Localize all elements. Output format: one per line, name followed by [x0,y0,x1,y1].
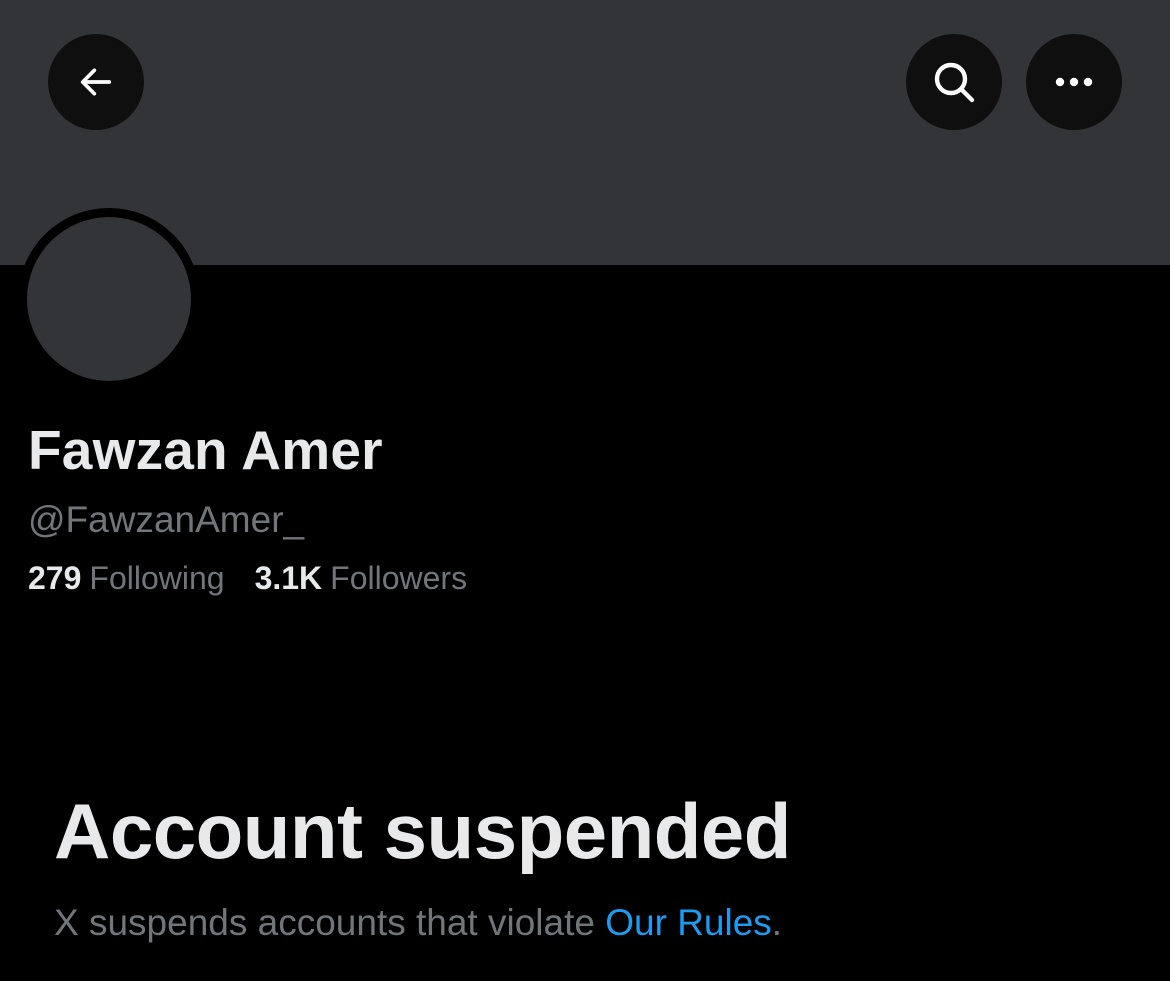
more-options-button[interactable] [1026,34,1122,130]
following-count: 279 [28,560,82,596]
suspension-description-text: X suspends accounts that violate [54,902,606,943]
username-handle: @FawzanAmer_ [28,499,305,540]
more-horizontal-icon [1052,74,1096,90]
profile-stats: 279 Following 3.1K Followers [28,560,467,597]
arrow-left-icon [76,62,116,102]
avatar-ring [18,208,200,390]
back-button[interactable] [48,34,144,130]
following-label: Following [89,560,225,596]
avatar[interactable] [27,217,191,381]
followers-label: Followers [330,560,468,596]
followers-stat[interactable]: 3.1K Followers [255,560,468,597]
suspension-description: X suspends accounts that violate Our Rul… [54,902,782,944]
followers-count: 3.1K [254,560,323,596]
display-name: Fawzan Amer [28,419,383,481]
following-stat[interactable]: 279 Following [28,560,225,597]
suspension-title: Account suspended [54,787,791,875]
search-button[interactable] [906,34,1002,130]
search-icon [930,58,978,106]
our-rules-link[interactable]: Our Rules [605,902,772,943]
suspension-description-period: . [771,902,783,943]
profile-banner [0,0,1170,265]
